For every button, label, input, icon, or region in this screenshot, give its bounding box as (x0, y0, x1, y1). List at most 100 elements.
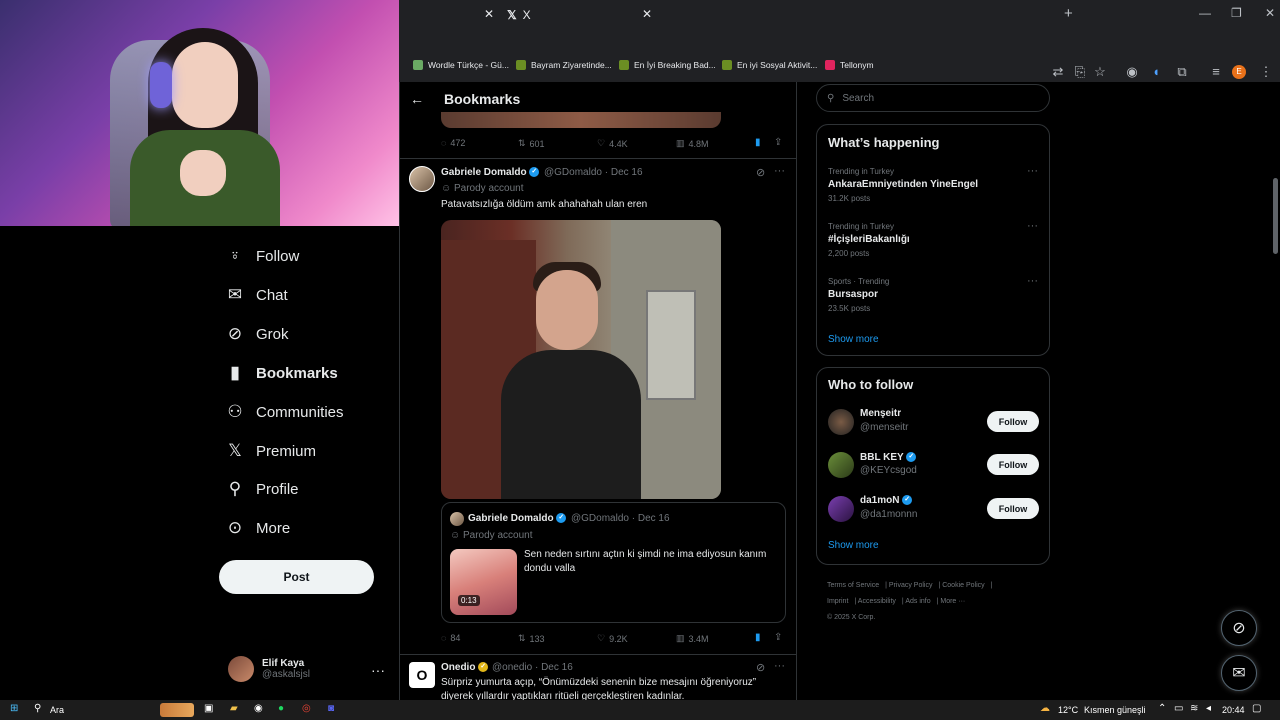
bookmark-icon: ▮ (230, 363, 240, 382)
bookmark-item[interactable]: Bayram Ziyaretinde... (516, 60, 612, 70)
more-circle-icon: ⊙ (227, 518, 243, 537)
volume-icon[interactable]: ◂ (1206, 703, 1211, 714)
show-more-link[interactable]: Show more (828, 540, 879, 551)
reply-icon: ◌ (441, 633, 447, 643)
nav-chat[interactable]: ✉ Chat (226, 285, 288, 305)
restore-icon[interactable]: ❐ (1231, 6, 1242, 20)
avatar (228, 656, 254, 682)
tweet-author[interactable]: Onedio ✓ (441, 662, 489, 673)
search-icon[interactable]: ⚲ (34, 703, 41, 714)
reply-icon: ◌ (441, 138, 447, 148)
more-icon[interactable]: ··· (371, 662, 385, 678)
panel-title: What’s happening (828, 135, 940, 150)
share-icon[interactable]: ⇪ (774, 632, 782, 643)
new-tab-button[interactable]: + (1064, 5, 1073, 22)
like-button[interactable]: ♡ 4.4K (597, 138, 628, 149)
mask-icon: ☺ (441, 183, 452, 194)
app-icon[interactable]: ◉ (254, 703, 263, 714)
show-more-link[interactable]: Show more (828, 334, 879, 345)
post-button[interactable]: Post (219, 560, 374, 594)
repost-button[interactable]: ⇅ 601 (518, 138, 545, 149)
sidebar-footer: Terms of Service | Privacy Policy | Cookie… (827, 582, 993, 621)
bookmark-item[interactable]: En İyi Breaking Bad... (619, 60, 716, 70)
nav-profile[interactable]: ⚲ Profile (226, 479, 299, 499)
search-icon: ⚲ (827, 92, 835, 104)
repost-icon: ⇅ (518, 138, 526, 148)
notification-icon[interactable]: ▢ (1252, 703, 1261, 714)
discord-icon[interactable]: ◙ (328, 703, 334, 714)
who-to-follow-panel: Who to follow Menşeitr @menseitr Follow … (816, 367, 1050, 565)
spotify-icon[interactable]: ● (278, 703, 284, 714)
whats-happening-panel: What’s happening Trending in Turkey Anka… (816, 124, 1050, 356)
task-view-icon[interactable]: ▣ (204, 703, 213, 714)
tweet-author[interactable]: Gabriele Domaldo ✓ (441, 167, 540, 178)
taskbar-search[interactable]: Ara (50, 705, 64, 715)
mail-icon[interactable]: ✉ (1221, 655, 1257, 691)
follow-button[interactable]: Follow (987, 454, 1039, 475)
widget-icon[interactable] (160, 703, 194, 717)
chevron-up-icon[interactable]: ⌃ (1158, 703, 1166, 714)
wifi-icon[interactable]: ≋ (1190, 703, 1198, 714)
avatar[interactable]: O (409, 662, 435, 688)
clock[interactable]: 20:44 (1222, 705, 1245, 715)
search-input[interactable]: ⚲ Search (816, 84, 1050, 112)
tray-icon[interactable]: ▭ (1174, 703, 1183, 714)
heart-icon: ♡ (597, 633, 606, 643)
nav-bookmarks[interactable]: ▮ Bookmarks (226, 363, 337, 383)
nav-premium[interactable]: 𝕏 Premium (226, 441, 316, 461)
page-title: Bookmarks (444, 91, 521, 107)
more-icon[interactable]: ··· (774, 165, 785, 177)
bookmark-item[interactable]: Tellonym (825, 60, 874, 70)
views-button[interactable]: ▥ 3.4M (676, 633, 709, 644)
follow-button[interactable]: Follow (987, 411, 1039, 432)
verified-icon: ✓ (529, 167, 540, 178)
nav-grok[interactable]: ⊘ Grok (226, 324, 289, 344)
reply-button[interactable]: ◌ 472 (441, 138, 465, 148)
bookmark-item[interactable]: Wordle Türkçe - Gü... (413, 60, 509, 70)
grok-icon[interactable]: ⊘ (1221, 610, 1257, 646)
minimize-icon[interactable]: — (1199, 6, 1211, 20)
verified-icon: ✓ (478, 662, 489, 673)
windows-start-icon[interactable]: ⊞ (10, 703, 18, 714)
nav-more[interactable]: ⊙ More (226, 518, 290, 538)
tab-close-icon[interactable]: ✕ (484, 7, 494, 21)
panel-title: Who to follow (828, 377, 914, 392)
tab-x[interactable]: 𝕏 X (507, 4, 657, 26)
back-arrow-icon[interactable]: ← (410, 91, 424, 107)
bookmark-item[interactable]: En iyi Sosyal Aktivit... (722, 60, 817, 70)
more-icon[interactable]: ··· (1027, 220, 1038, 232)
people-icon: ⚇ (227, 402, 243, 421)
more-icon[interactable]: ··· (1027, 275, 1038, 287)
tweet-video[interactable] (441, 220, 721, 499)
browser-chrome: ✕ 𝕏 X ✕ + — ❐ ✕ ⇄ ⎘ ☆ ◉ ◖ ⧉ ≡ E ⋮ Wordle… (399, 0, 1280, 82)
mask-icon: ☺ (450, 530, 461, 541)
x-logo-icon: 𝕏 (228, 441, 242, 460)
nav-follow[interactable]: ⍤ Follow (226, 246, 299, 266)
tweet-handle[interactable]: @GDomaldo · Dec 16 (544, 167, 643, 178)
avatar (450, 512, 464, 526)
close-window-icon[interactable]: ✕ (1265, 6, 1275, 20)
like-button[interactable]: ♡ 9.2K (597, 633, 628, 644)
tab-close-icon[interactable]: ✕ (642, 7, 652, 21)
more-icon[interactable]: ··· (774, 660, 785, 672)
bookmark-icon[interactable]: ▮ (755, 632, 761, 643)
taskbar: ⊞ ⚲ Ara ▣ ▰ ◉ ● ◎ ◙ ☁ 12°C Kısmen güneşl… (0, 700, 1280, 720)
account-switcher[interactable]: Elif Kaya @askalsjsl (228, 656, 310, 682)
views-button[interactable]: ▥ 4.8M (676, 138, 709, 149)
nav-communities[interactable]: ⚇ Communities (226, 402, 343, 422)
grok-icon[interactable]: ⊘ (756, 166, 765, 179)
tweet-handle[interactable]: @onedio · Dec 16 (492, 662, 573, 673)
grok-icon[interactable]: ⊘ (756, 661, 765, 674)
repost-button[interactable]: ⇅ 133 (518, 633, 545, 644)
share-icon[interactable]: ⇪ (774, 137, 782, 148)
scrollbar[interactable] (1270, 82, 1280, 706)
file-explorer-icon[interactable]: ▰ (230, 703, 238, 714)
avatar[interactable] (409, 166, 435, 192)
quoted-tweet[interactable]: Gabriele Domaldo ✓ @GDomaldo · Dec 16 ☺ … (441, 502, 786, 623)
chrome-icon[interactable]: ◎ (302, 703, 311, 714)
follow-button[interactable]: Follow (987, 498, 1039, 519)
video-duration: 0:13 (458, 595, 480, 606)
bookmark-icon[interactable]: ▮ (755, 137, 761, 148)
more-icon[interactable]: ··· (1027, 165, 1038, 177)
reply-button[interactable]: ◌ 84 (441, 633, 460, 643)
